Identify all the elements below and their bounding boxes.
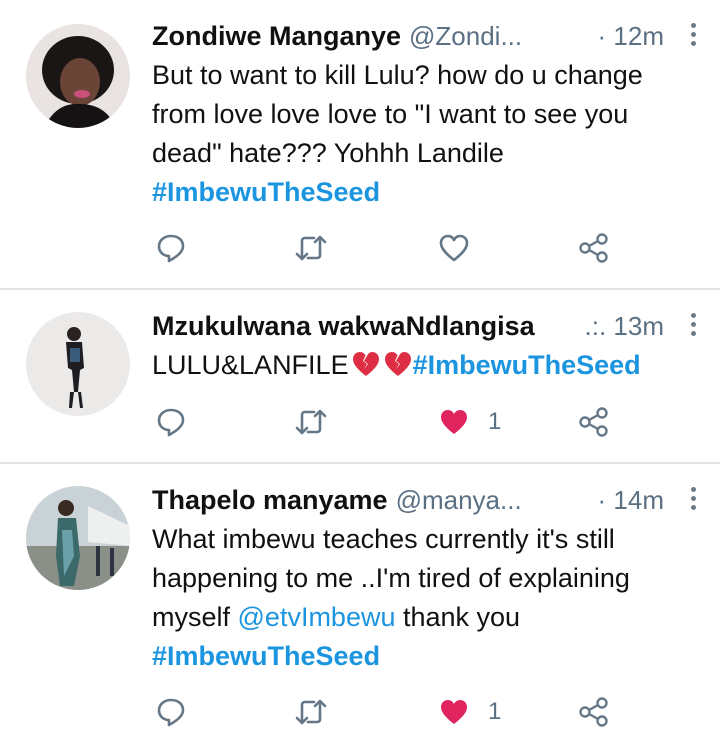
- display-name[interactable]: Mzukulwana wakwaNdlangisa: [152, 311, 535, 342]
- hashtag-link[interactable]: #ImbewuTheSeed: [413, 350, 641, 380]
- tweet-text: But to want to kill Lulu? how do u chang…: [152, 56, 700, 212]
- mention-link[interactable]: @etvImbewu: [238, 602, 396, 632]
- reply-icon[interactable]: [156, 400, 186, 444]
- hashtag-link[interactable]: #ImbewuTheSeed: [152, 641, 380, 671]
- share-icon[interactable]: [578, 690, 610, 734]
- tweet-1[interactable]: Zondiwe Manganye @Zondi... · 12m But to …: [0, 0, 720, 290]
- timestamp[interactable]: · 12m: [598, 21, 700, 52]
- tweet-body-end: thank you: [395, 602, 521, 632]
- like-icon[interactable]: [438, 697, 470, 727]
- action-bar: [152, 226, 632, 270]
- tweet-body: But to want to kill Lulu? how do u chang…: [152, 60, 643, 168]
- tweet-text: LULU&LANFILE #ImbewuTheSeed: [152, 346, 700, 389]
- hashtag-link[interactable]: #ImbewuTheSeed: [152, 177, 380, 207]
- display-name[interactable]: Thapelo manyame: [152, 485, 388, 516]
- more-icon[interactable]: [686, 20, 700, 52]
- action-bar: 1: [152, 690, 632, 734]
- like-count: 1: [488, 698, 502, 725]
- share-icon[interactable]: [578, 226, 610, 270]
- tweet-2[interactable]: Mzukulwana wakwaNdlangisa .:. 13m LULU&L…: [0, 290, 720, 462]
- avatar[interactable]: [26, 486, 130, 590]
- timestamp[interactable]: · 14m: [598, 485, 700, 516]
- tweet-body: LULU&LANFILE: [152, 350, 349, 380]
- timestamp[interactable]: .:. 13m: [585, 311, 700, 342]
- avatar[interactable]: [26, 24, 130, 128]
- share-icon[interactable]: [578, 400, 610, 444]
- like-count: 1: [488, 408, 502, 435]
- retweet-icon[interactable]: [294, 690, 328, 734]
- tweet-text: What imbewu teaches currently it's still…: [152, 520, 700, 676]
- avatar[interactable]: [26, 312, 130, 416]
- reply-icon[interactable]: [156, 226, 186, 270]
- like-button[interactable]: 1: [438, 400, 501, 444]
- like-icon[interactable]: [438, 407, 470, 437]
- more-icon[interactable]: [686, 484, 700, 516]
- broken-heart-icon: [351, 350, 381, 389]
- user-handle[interactable]: @Zondi...: [409, 21, 522, 52]
- like-button[interactable]: 1: [438, 690, 501, 734]
- tweet-3[interactable]: Thapelo manyame @manya... · 14m What imb…: [0, 464, 720, 744]
- broken-heart-icon: [383, 350, 413, 389]
- reply-icon[interactable]: [156, 690, 186, 734]
- more-icon[interactable]: [686, 310, 700, 342]
- like-icon[interactable]: [438, 226, 470, 270]
- action-bar: 1: [152, 400, 632, 444]
- user-handle[interactable]: @manya...: [396, 485, 522, 516]
- retweet-icon[interactable]: [294, 226, 328, 270]
- display-name[interactable]: Zondiwe Manganye: [152, 21, 401, 52]
- retweet-icon[interactable]: [294, 400, 328, 444]
